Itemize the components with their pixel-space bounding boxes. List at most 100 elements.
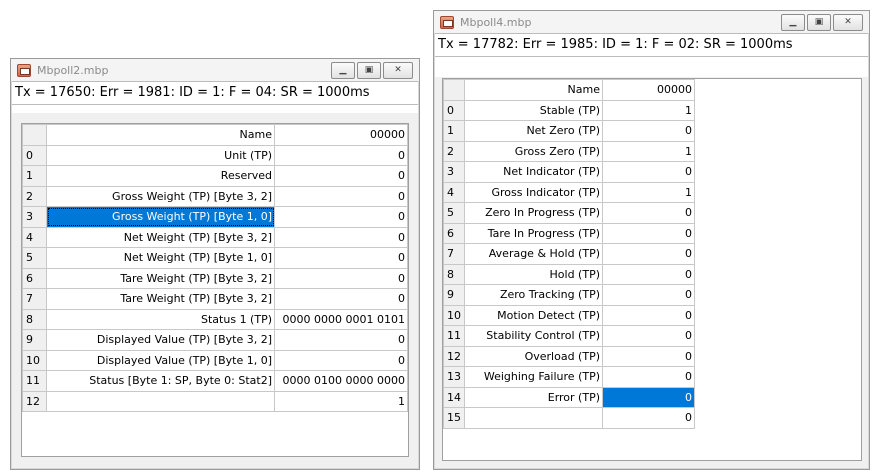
app-icon[interactable]	[17, 63, 31, 77]
register-name-cell[interactable]: Reserved	[46, 165, 275, 187]
table-row[interactable]: 0 Stable (TP) 1	[443, 99, 695, 121]
title-bar[interactable]: Mbpoll4.mbp ▁ ▣ ✕	[434, 11, 869, 33]
grid-corner[interactable]	[22, 124, 47, 146]
register-name-cell[interactable]: Net Weight (TP) [Byte 1, 0]	[46, 247, 275, 269]
register-value-cell[interactable]: 0000 0000 0001 0101	[274, 308, 408, 330]
table-row[interactable]: 14 Error (TP) 0	[443, 386, 695, 408]
register-name-cell[interactable]: Tare In Progress (TP)	[464, 222, 603, 244]
register-value-cell[interactable]: 0	[274, 267, 408, 289]
register-value-cell[interactable]: 0	[274, 288, 408, 310]
register-value-cell[interactable]: 0	[602, 222, 695, 244]
register-name-cell[interactable]: Zero Tracking (TP)	[464, 284, 603, 306]
row-number[interactable]: 5	[443, 202, 465, 224]
register-value-cell[interactable]: 0	[274, 144, 408, 166]
register-name-cell[interactable]: Status [Byte 1: SP, Byte 0: Stat2]	[46, 370, 275, 392]
row-number[interactable]: 11	[443, 325, 465, 347]
register-name-cell[interactable]: Overload (TP)	[464, 345, 603, 367]
table-row[interactable]: 1 Reserved 0	[22, 165, 408, 187]
register-value-cell[interactable]: 0	[602, 345, 695, 367]
table-row[interactable]: 12 1	[22, 390, 408, 412]
row-number[interactable]: 1	[22, 165, 47, 187]
register-name-cell[interactable]: Stability Control (TP)	[464, 325, 603, 347]
row-number[interactable]: 8	[443, 263, 465, 285]
register-value-cell[interactable]: 1	[274, 390, 408, 412]
register-name-cell[interactable]: Net Indicator (TP)	[464, 161, 603, 183]
table-row[interactable]: 6 Tare In Progress (TP) 0	[443, 222, 695, 244]
register-name-cell[interactable]: Error (TP)	[464, 386, 603, 408]
row-number[interactable]: 1	[443, 120, 465, 142]
row-number[interactable]: 0	[22, 144, 47, 166]
row-number[interactable]: 6	[22, 267, 47, 289]
row-number[interactable]: 14	[443, 386, 465, 408]
close-button[interactable]: ✕	[833, 13, 863, 31]
register-value-cell[interactable]: 0	[274, 226, 408, 248]
register-value-cell[interactable]: 0	[274, 247, 408, 269]
row-number[interactable]: 5	[22, 247, 47, 269]
row-number[interactable]: 4	[22, 226, 47, 248]
grid-corner[interactable]	[443, 79, 465, 101]
row-number[interactable]: 12	[22, 390, 47, 412]
row-number[interactable]: 2	[443, 140, 465, 162]
register-name-cell[interactable]: Displayed Value (TP) [Byte 3, 2]	[46, 329, 275, 351]
table-row[interactable]: 9 Zero Tracking (TP) 0	[443, 284, 695, 306]
register-name-cell[interactable]	[46, 390, 275, 412]
register-value-cell[interactable]: 0	[274, 206, 408, 228]
table-row[interactable]: 15 0	[443, 407, 695, 429]
table-row[interactable]: 11 Status [Byte 1: SP, Byte 0: Stat2] 0000…	[22, 370, 408, 392]
register-name-cell[interactable]: Gross Indicator (TP)	[464, 181, 603, 203]
table-row[interactable]: 7 Average & Hold (TP) 0	[443, 243, 695, 265]
maximize-button[interactable]: ▣	[807, 13, 831, 31]
register-value-cell[interactable]: 0	[274, 165, 408, 187]
register-value-cell[interactable]: 0	[602, 263, 695, 285]
row-number[interactable]: 11	[22, 370, 47, 392]
row-number[interactable]: 7	[443, 243, 465, 265]
close-button[interactable]: ✕	[383, 61, 413, 79]
register-value-cell[interactable]: 0	[274, 329, 408, 351]
row-number[interactable]: 10	[443, 304, 465, 326]
row-number[interactable]: 10	[22, 349, 47, 371]
table-row[interactable]: 12 Overload (TP) 0	[443, 345, 695, 367]
table-row[interactable]: 10 Displayed Value (TP) [Byte 1, 0] 0	[22, 349, 408, 371]
table-row[interactable]: 13 Weighing Failure (TP) 0	[443, 366, 695, 388]
row-number[interactable]: 9	[22, 329, 47, 351]
register-name-cell[interactable]: Hold (TP)	[464, 263, 603, 285]
table-row[interactable]: 10 Motion Detect (TP) 0	[443, 304, 695, 326]
row-number[interactable]: 4	[443, 181, 465, 203]
minimize-button[interactable]: ▁	[331, 61, 355, 79]
table-row[interactable]: 11 Stability Control (TP) 0	[443, 325, 695, 347]
register-value-cell[interactable]: 0000 0100 0000 0000	[274, 370, 408, 392]
register-value-cell[interactable]: 0	[602, 202, 695, 224]
row-number[interactable]: 6	[443, 222, 465, 244]
table-row[interactable]: 7 Tare Weight (TP) [Byte 3, 2] 0	[22, 288, 408, 310]
table-row[interactable]: 0 Unit (TP) 0	[22, 144, 408, 166]
column-header-name[interactable]: Name	[46, 124, 275, 146]
register-name-cell[interactable]	[464, 407, 603, 429]
register-name-cell[interactable]: Unit (TP)	[46, 144, 275, 166]
table-row[interactable]: 3 Gross Weight (TP) [Byte 1, 0] 0	[22, 206, 408, 228]
register-name-cell[interactable]: Net Zero (TP)	[464, 120, 603, 142]
row-number[interactable]: 0	[443, 99, 465, 121]
table-row[interactable]: 8 Hold (TP) 0	[443, 263, 695, 285]
register-value-cell[interactable]: 0	[602, 407, 695, 429]
register-value-cell[interactable]: 0	[602, 325, 695, 347]
table-row[interactable]: 6 Tare Weight (TP) [Byte 3, 2] 0	[22, 267, 408, 289]
register-name-cell[interactable]: Displayed Value (TP) [Byte 1, 0]	[46, 349, 275, 371]
register-value-cell[interactable]: 0	[602, 243, 695, 265]
register-value-cell[interactable]: 0	[274, 349, 408, 371]
column-header-value[interactable]: 00000	[274, 124, 408, 146]
register-value-cell[interactable]: 0	[602, 284, 695, 306]
title-bar[interactable]: Mbpoll2.mbp ▁ ▣ ✕	[11, 59, 419, 81]
table-row[interactable]: 8 Status 1 (TP) 0000 0000 0001 0101	[22, 308, 408, 330]
register-value-cell[interactable]: 0	[602, 366, 695, 388]
row-number[interactable]: 7	[22, 288, 47, 310]
register-name-cell[interactable]: Tare Weight (TP) [Byte 3, 2]	[46, 288, 275, 310]
register-value-cell[interactable]: 0	[602, 386, 695, 408]
register-value-cell[interactable]: 0	[602, 120, 695, 142]
register-value-cell[interactable]: 0	[602, 304, 695, 326]
register-name-cell[interactable]: Zero In Progress (TP)	[464, 202, 603, 224]
register-name-cell[interactable]: Weighing Failure (TP)	[464, 366, 603, 388]
table-row[interactable]: 9 Displayed Value (TP) [Byte 3, 2] 0	[22, 329, 408, 351]
minimize-button[interactable]: ▁	[781, 13, 805, 31]
register-name-cell[interactable]: Stable (TP)	[464, 99, 603, 121]
row-number[interactable]: 2	[22, 185, 47, 207]
